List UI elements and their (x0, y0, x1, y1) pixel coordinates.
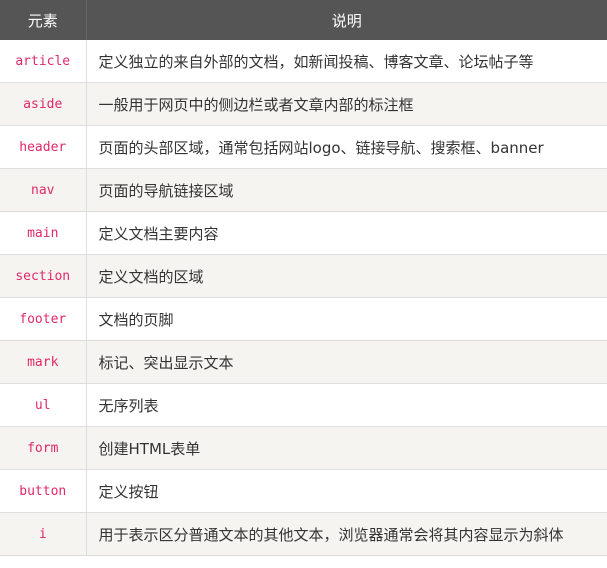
element-description: 定义独立的来自外部的文档，如新闻投稿、博客文章、论坛帖子等 (86, 40, 607, 83)
header-row: 元素 说明 (0, 0, 607, 40)
element-description: 无序列表 (86, 383, 607, 427)
element-description: 创建HTML表单 (86, 426, 607, 470)
table-row: article 定义独立的来自外部的文档，如新闻投稿、博客文章、论坛帖子等 (0, 40, 607, 83)
element-name: aside (0, 82, 87, 126)
element-description: 定义按钮 (86, 469, 607, 513)
table-row: ul 无序列表 (0, 383, 607, 427)
element-name: main (0, 211, 87, 255)
table-body: article 定义独立的来自外部的文档，如新闻投稿、博客文章、论坛帖子等 as… (0, 40, 607, 556)
element-description: 页面的头部区域，通常包括网站logo、链接导航、搜索框、banner (86, 125, 607, 169)
element-name: form (0, 426, 87, 470)
table-header: 元素 说明 (0, 0, 607, 40)
element-description: 定义文档主要内容 (86, 211, 607, 255)
table-row: main 定义文档主要内容 (0, 211, 607, 255)
element-name: button (0, 469, 87, 513)
table-row: i 用于表示区分普通文本的其他文本，浏览器通常会将其内容显示为斜体 (0, 512, 607, 556)
table-row: aside 一般用于网页中的侧边栏或者文章内部的标注框 (0, 82, 607, 126)
element-name: ul (0, 383, 87, 427)
element-name: footer (0, 297, 87, 341)
element-description: 文档的页脚 (86, 297, 607, 341)
element-name: nav (0, 168, 87, 212)
element-name: i (0, 512, 87, 556)
header-description: 说明 (86, 0, 607, 40)
element-description: 定义文档的区域 (86, 254, 607, 298)
table-row: header 页面的头部区域，通常包括网站logo、链接导航、搜索框、banne… (0, 125, 607, 169)
table-row: footer 文档的页脚 (0, 297, 607, 341)
element-description: 用于表示区分普通文本的其他文本，浏览器通常会将其内容显示为斜体 (86, 512, 607, 556)
element-name: header (0, 125, 87, 169)
element-name: article (0, 40, 87, 83)
header-element: 元素 (0, 0, 87, 40)
element-description: 一般用于网页中的侧边栏或者文章内部的标注框 (86, 82, 607, 126)
html5-elements-table: 元素 说明 article 定义独立的来自外部的文档，如新闻投稿、博客文章、论坛… (0, 0, 607, 556)
element-name: section (0, 254, 87, 298)
element-description: 标记、突出显示文本 (86, 340, 607, 384)
table-row: nav 页面的导航链接区域 (0, 168, 607, 212)
table-row: form 创建HTML表单 (0, 426, 607, 470)
table-row: button 定义按钮 (0, 469, 607, 513)
element-description: 页面的导航链接区域 (86, 168, 607, 212)
element-name: mark (0, 340, 87, 384)
table-row: section 定义文档的区域 (0, 254, 607, 298)
table-row: mark 标记、突出显示文本 (0, 340, 607, 384)
